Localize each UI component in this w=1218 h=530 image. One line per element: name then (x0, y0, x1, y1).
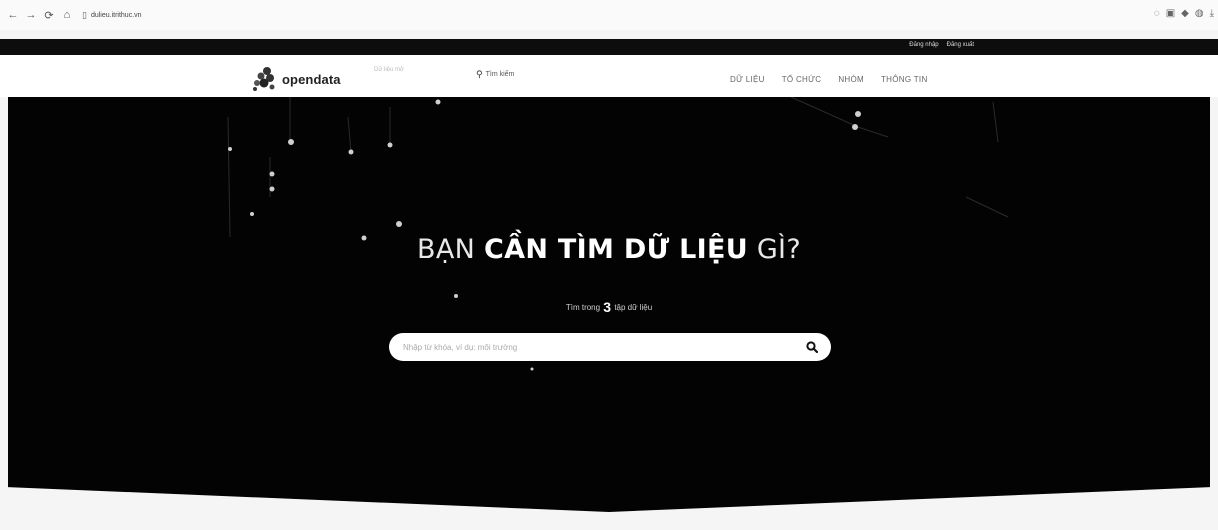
hero-title-bold: CẦN TÌM DỮ LIỆU (484, 234, 748, 265)
hero-title-suffix: GÌ? (747, 234, 801, 265)
hero-title-prefix: BẠN (417, 234, 485, 265)
browser-toolbar: ← → ⟳ ⌂ ▯ dulieu.itrithuc.vn ◌ ▣ ◆ ◍ ⤓ (0, 0, 1218, 30)
header-search-label: Tìm kiếm (485, 71, 515, 78)
search-icon (806, 341, 818, 353)
address-bar[interactable]: ▯ dulieu.itrithuc.vn (82, 10, 142, 21)
logo-icon (253, 67, 275, 91)
browser-nav: ← → ⟳ ⌂ (6, 9, 74, 22)
site-header: opendata Dữ liệu mở ⚲ Tìm kiếm DỮ LIỆU T… (0, 55, 1218, 97)
register-link[interactable]: Đăng xuất (947, 42, 974, 48)
hero-search-input[interactable] (401, 341, 799, 353)
browser-extensions: ◌ ▣ ◆ ◍ ⤓ (1154, 8, 1214, 19)
search-button[interactable] (799, 334, 825, 360)
hero-section: BẠN CẦN TÌM DỮ LIỆU GÌ? Tìm trong 3 tập … (8, 97, 1210, 512)
menu-item-groups[interactable]: NHÓM (838, 75, 864, 84)
login-link[interactable]: Đăng nhập (909, 42, 938, 48)
home-icon[interactable]: ⌂ (60, 9, 74, 22)
dataset-count-prefix: Tìm trong (565, 303, 603, 312)
extension-icon[interactable]: ◍ (1195, 8, 1204, 19)
logo-text: opendata (282, 71, 341, 87)
top-bar: Đăng nhập Đăng xuất (0, 39, 1218, 55)
search-icon: ⚲ (476, 69, 483, 79)
extension-icon[interactable]: ◌ (1154, 8, 1160, 19)
url-text: dulieu.itrithuc.vn (90, 11, 142, 19)
back-icon[interactable]: ← (6, 9, 20, 22)
extension-icon[interactable]: ◆ (1181, 8, 1189, 19)
extension-icon[interactable]: ▣ (1166, 8, 1175, 19)
main-menu: DỮ LIỆU TỔ CHỨC NHÓM THÔNG TIN (730, 75, 928, 84)
menu-item-organizations[interactable]: TỔ CHỨC (782, 75, 822, 84)
menu-item-datasets[interactable]: DỮ LIỆU (730, 75, 765, 84)
header-search[interactable]: ⚲ Tìm kiếm (476, 69, 514, 80)
page-icon: ▯ (82, 9, 87, 20)
account-links: Đăng nhập Đăng xuất (909, 42, 974, 48)
dataset-count-text: Tìm trong 3 tập dữ liệu (8, 299, 1210, 315)
forward-icon[interactable]: → (24, 9, 38, 22)
dataset-count: 3 (603, 299, 612, 315)
logo-subtitle: Dữ liệu mở (374, 67, 404, 73)
dataset-count-suffix: tập dữ liệu (612, 303, 653, 312)
hero-search-bar (389, 333, 831, 361)
download-icon[interactable]: ⤓ (1210, 8, 1214, 19)
menu-item-about[interactable]: THÔNG TIN (881, 75, 928, 84)
reload-icon[interactable]: ⟳ (42, 9, 56, 22)
logo[interactable]: opendata (246, 66, 341, 92)
hero-title: BẠN CẦN TÌM DỮ LIỆU GÌ? (8, 234, 1210, 265)
